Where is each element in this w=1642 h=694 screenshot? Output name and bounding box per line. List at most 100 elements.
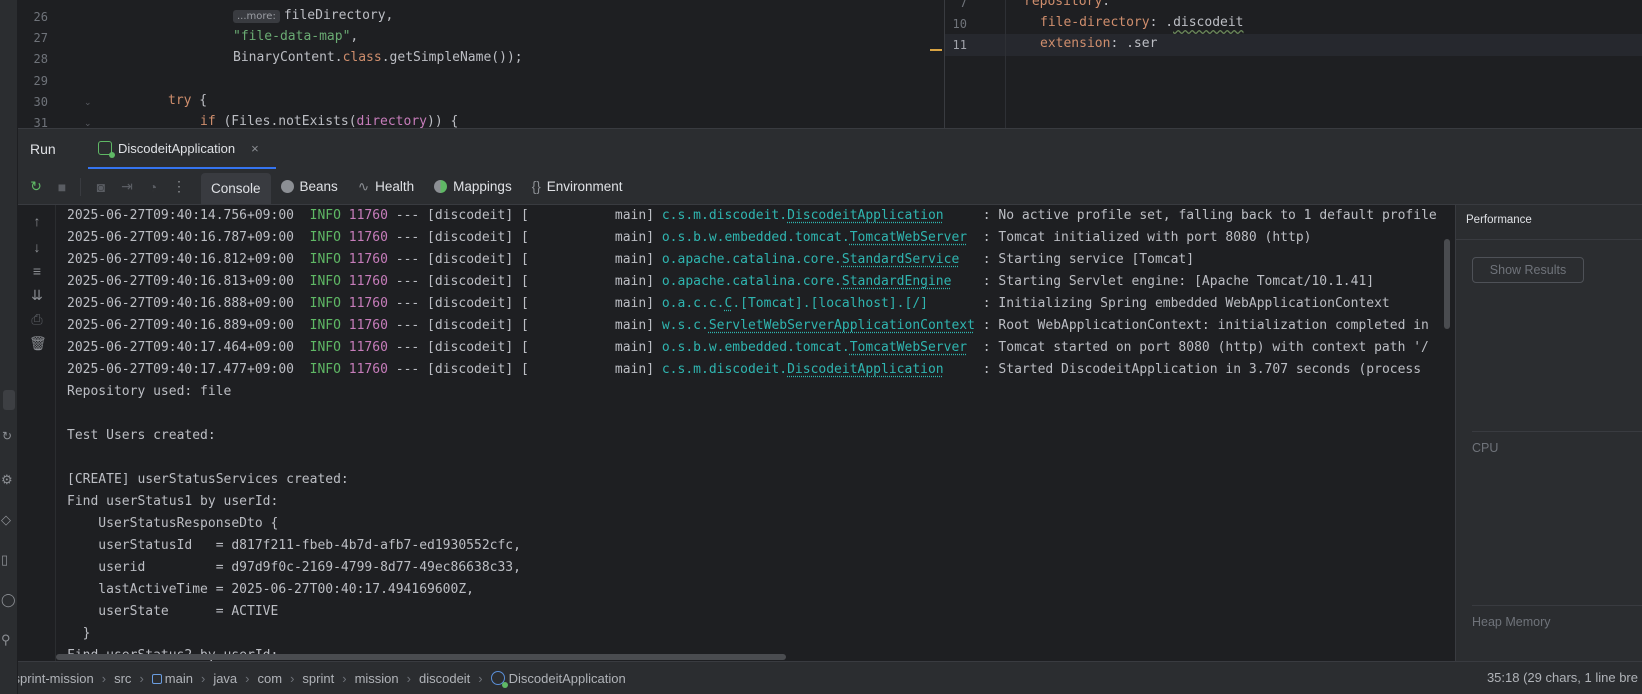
pulse-icon: ∿: [357, 178, 370, 194]
more-vertical-icon[interactable]: ⋮: [167, 175, 191, 199]
output-line: }: [67, 626, 91, 641]
performance-panel: Performance Show Results CPU Heap Memory: [1455, 205, 1642, 662]
code-line: ...more: fileDirectory,: [233, 8, 393, 23]
tab-mappings[interactable]: Mappings: [424, 169, 522, 205]
tool-icon-3[interactable]: ◇: [1, 512, 11, 528]
vertical-scrollbar[interactable]: [1444, 239, 1450, 329]
line-number: 7: [959, 0, 967, 10]
spring-class-icon: [490, 670, 508, 688]
warning-marker[interactable]: [930, 49, 942, 51]
console-output[interactable]: 2025-06-27T09:40:14.756+09:00 INFO 11760…: [56, 205, 1455, 662]
beans-icon: [280, 180, 294, 193]
output-line: userid = d97d9f0c-2169-4799-8d77-49ec866…: [67, 560, 521, 575]
tool-icon-5[interactable]: ◯: [1, 592, 16, 608]
log-line: 2025-06-27T09:40:16.812+09:00 INFO 11760…: [67, 252, 1195, 267]
tool-icon-4[interactable]: ▯: [1, 552, 8, 568]
line-number: 28: [33, 52, 48, 66]
source-folder-icon: [151, 673, 162, 684]
breadcrumb-item[interactable]: mission: [350, 671, 404, 686]
active-tool-indicator[interactable]: [3, 390, 15, 410]
yaml-editor[interactable]: 7 repository: 10 file-directory: .discod…: [945, 0, 1642, 128]
tab-environment[interactable]: {} Environment: [522, 169, 633, 205]
log-line: 2025-06-27T09:40:17.464+09:00 INFO 11760…: [67, 340, 1429, 355]
line-number: 11: [952, 38, 967, 52]
indent-guide: [1005, 0, 1006, 128]
log-line: 2025-06-27T09:40:16.787+09:00 INFO 11760…: [67, 230, 1312, 245]
tab-health[interactable]: ∿ Health: [348, 169, 424, 205]
rerun-icon[interactable]: ↻: [24, 175, 48, 199]
chevron-right-icon: ›: [101, 670, 107, 686]
output-line: [CREATE] userStatusServices created:: [67, 472, 349, 487]
tool-icon-6[interactable]: ⚲: [1, 632, 11, 648]
breadcrumb-item[interactable]: java: [208, 671, 242, 686]
stop-icon[interactable]: ■: [50, 175, 74, 199]
cpu-label: CPU: [1472, 441, 1499, 455]
braces-icon: {}: [531, 179, 541, 194]
run-tab-bar: Run DiscodeitApplication ×: [18, 129, 1642, 169]
run-tab-label: DiscodeitApplication: [118, 140, 236, 156]
tool-icon-2[interactable]: ⚙: [1, 472, 13, 488]
log-line: 2025-06-27T09:40:16.889+09:00 INFO 11760…: [67, 318, 1429, 333]
tab-beans[interactable]: Beans: [271, 169, 348, 205]
status-bar: 4-sprint-mission › src › main › java › com › …: [0, 661, 1642, 694]
output-line: userStatusId = d817f211-fbeb-4b7d-afb7-e…: [67, 538, 521, 553]
camera-icon[interactable]: ◙: [89, 175, 113, 199]
breadcrumb-item[interactable]: com: [253, 671, 288, 686]
java-editor[interactable]: 26 ...more: fileDirectory, 27 "file-data-…: [18, 0, 944, 128]
output-line: lastActiveTime = 2025-06-27T00:40:17.494…: [67, 582, 474, 597]
caret-position[interactable]: 35:18 (29 chars, 1 line bre: [1487, 670, 1638, 685]
chevron-right-icon: ›: [245, 670, 250, 686]
fold-icon[interactable]: ⌄: [84, 118, 92, 128]
tool-icon-1[interactable]: ↻: [2, 429, 12, 443]
chevron-right-icon: ›: [200, 670, 206, 686]
line-number: 30: [33, 95, 48, 109]
run-tool-window: Run DiscodeitApplication × ↻ ■ ◙ ⇥ ◔ ⋮ C…: [0, 128, 1642, 662]
scroll-to-end-icon[interactable]: ⇊: [29, 287, 45, 303]
breadcrumb-item[interactable]: main: [147, 671, 198, 686]
code-line: BinaryContent.class.getSimpleName());: [233, 50, 523, 65]
tab-console[interactable]: Console: [201, 172, 271, 205]
log-line: 2025-06-27T09:40:16.888+09:00 INFO 11760…: [67, 296, 1390, 311]
breadcrumb: 4-sprint-mission › src › main › java › com › …: [0, 670, 631, 688]
heap-memory-label: Heap Memory: [1472, 615, 1551, 629]
output-line: Test Users created:: [67, 428, 216, 443]
line-number: 10: [952, 17, 967, 31]
breadcrumb-item[interactable]: sprint: [297, 671, 339, 686]
exit-icon[interactable]: ⇥: [115, 175, 139, 199]
horizontal-scrollbar[interactable]: [56, 654, 786, 660]
breadcrumb-item[interactable]: discodeit: [414, 671, 475, 686]
fold-icon[interactable]: ⌄: [84, 97, 92, 108]
run-toolbar: ↻ ■ ◙ ⇥ ◔ ⋮ Console Beans ∿ Health Mappin…: [18, 169, 1642, 205]
gauge-icon[interactable]: ◔: [141, 175, 165, 199]
divider: [1456, 239, 1642, 240]
print-icon[interactable]: ⎙: [29, 311, 45, 327]
line-number: 27: [33, 31, 48, 45]
log-line: 2025-06-27T09:40:14.756+09:00 INFO 11760…: [67, 208, 1437, 223]
soft-wrap-icon[interactable]: ≡: [29, 263, 45, 279]
code-line: if (Files.notExists(directory)) {: [200, 114, 459, 128]
run-title: Run: [30, 141, 56, 157]
chevron-right-icon: ›: [290, 670, 295, 686]
arrow-up-icon[interactable]: ↑: [29, 213, 45, 229]
divider: [1472, 431, 1642, 432]
arrow-down-icon[interactable]: ↓: [29, 239, 45, 255]
run-tab-discodeit[interactable]: DiscodeitApplication ×: [88, 129, 276, 169]
mappings-icon: [434, 180, 448, 193]
breadcrumb-item[interactable]: src: [109, 671, 136, 686]
output-line: Find userStatus1 by userId:: [67, 494, 279, 509]
close-icon[interactable]: ×: [251, 141, 259, 156]
inlay-hint[interactable]: ...more:: [233, 10, 280, 23]
code-line: extension: .ser: [1040, 36, 1158, 51]
chevron-right-icon: ›: [478, 670, 483, 686]
divider: [1472, 605, 1642, 606]
show-results-button[interactable]: Show Results: [1472, 257, 1584, 283]
code-line: file-directory: .discodeit: [1040, 15, 1244, 30]
trash-icon[interactable]: 🗑: [29, 335, 47, 351]
toolbar-separator: [80, 177, 81, 196]
output-line: userState = ACTIVE: [67, 604, 279, 619]
log-line: 2025-06-27T09:40:17.477+09:00 INFO 11760…: [67, 362, 1422, 377]
code-line: try {: [168, 93, 208, 108]
breadcrumb-item[interactable]: DiscodeitApplication: [486, 670, 631, 688]
code-line: repository:: [1024, 0, 1111, 9]
code-line: "file-data-map",: [233, 29, 359, 44]
